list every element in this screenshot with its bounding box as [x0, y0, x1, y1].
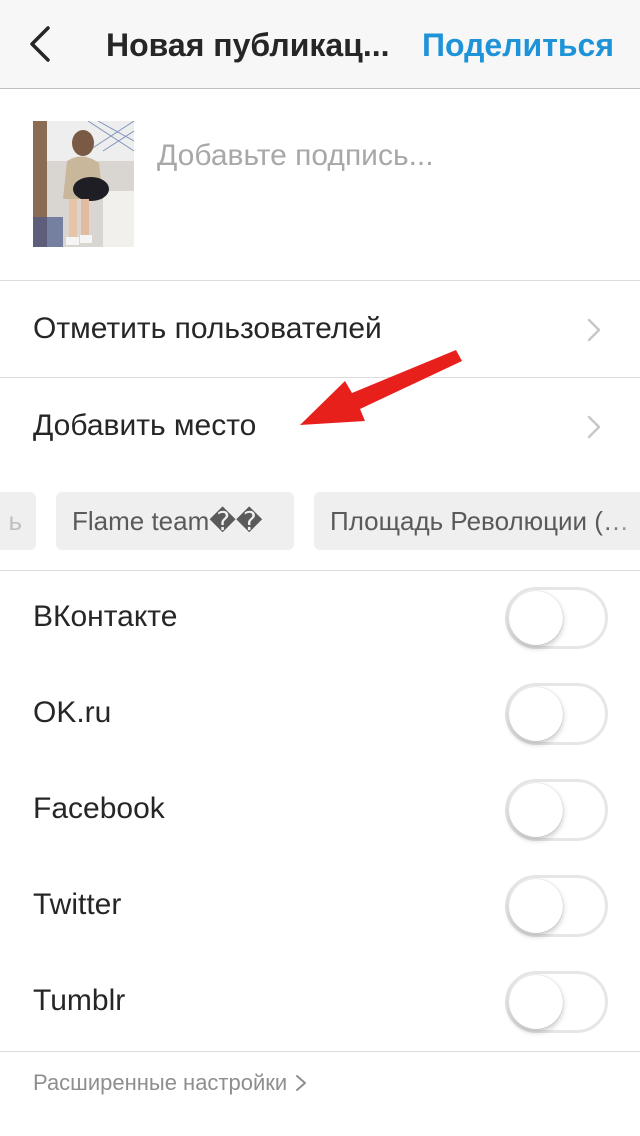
- share-label: Twitter: [33, 888, 122, 921]
- new-post-screen: Новая публикац... Поделиться Добавьте по…: [0, 0, 640, 1136]
- chevron-right-icon: [296, 1075, 307, 1091]
- share-button[interactable]: Поделиться: [422, 26, 614, 64]
- caption-input[interactable]: [157, 129, 607, 183]
- chevron-right-icon: [587, 318, 601, 342]
- caption-section: [0, 89, 640, 281]
- okru-toggle[interactable]: [505, 683, 608, 745]
- location-chip[interactable]: ь: [0, 492, 36, 550]
- location-chip[interactable]: Площадь Революции (…: [314, 492, 640, 550]
- share-row-tumblr: Tumblr: [0, 955, 640, 1051]
- share-label: Facebook: [33, 792, 165, 825]
- add-location-row[interactable]: Добавить место: [0, 378, 640, 475]
- share-label: OK.ru: [33, 696, 112, 729]
- facebook-toggle[interactable]: [505, 779, 608, 841]
- location-chip-label: Площадь Революции (…: [330, 506, 629, 536]
- page-title: Новая публикац...: [106, 27, 390, 63]
- post-thumbnail[interactable]: [33, 121, 134, 247]
- share-row-okru: OK.ru: [0, 667, 640, 763]
- advanced-settings-label: Расширенные настройки: [33, 1070, 288, 1095]
- share-row-facebook: Facebook: [0, 763, 640, 859]
- location-chip[interactable]: Flame team��: [56, 492, 294, 550]
- back-button[interactable]: [22, 22, 62, 66]
- navigation-bar: Новая публикац... Поделиться: [0, 0, 640, 89]
- tumblr-toggle[interactable]: [505, 971, 608, 1033]
- suggested-locations: ь Flame team�� Площадь Революции (…: [0, 492, 640, 552]
- share-row-twitter: Twitter: [0, 859, 640, 955]
- share-row-vkontakte: ВКонтакте: [0, 571, 640, 667]
- share-label: Tumblr: [33, 984, 126, 1017]
- advanced-settings-link[interactable]: Расширенные настройки: [33, 1068, 307, 1098]
- tag-people-row[interactable]: Отметить пользователей: [0, 281, 640, 378]
- chevron-right-icon: [587, 415, 601, 439]
- divider: [0, 1051, 640, 1052]
- twitter-toggle[interactable]: [505, 875, 608, 937]
- share-label: ВКонтакте: [33, 600, 178, 633]
- tag-people-label: Отметить пользователей: [33, 312, 382, 345]
- vkontakte-toggle[interactable]: [505, 587, 608, 649]
- add-location-label: Добавить место: [33, 409, 257, 442]
- chevron-left-icon: [30, 26, 50, 62]
